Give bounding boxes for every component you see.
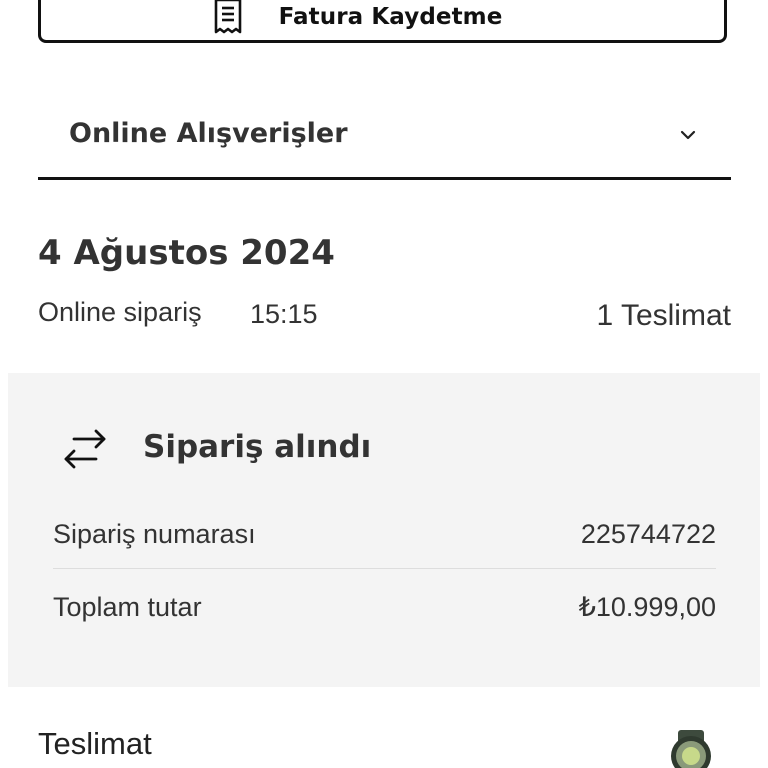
total-amount-label: Toplam tutar <box>53 591 202 622</box>
order-number-label: Sipariş numarası <box>53 519 256 549</box>
order-number-row: Sipariş numarası 225744722 <box>53 501 716 569</box>
save-invoice-label: Fatura Kaydetme <box>278 3 503 30</box>
accordion-title: Online Alışverişler <box>69 118 348 149</box>
delivery-count: 1 Teslimat <box>596 299 731 332</box>
total-amount-row: Toplam tutar ₺10.999,00 <box>53 577 716 637</box>
total-amount-value: ₺10.999,00 <box>578 591 716 622</box>
order-status-card: Sipariş alındı Sipariş numarası 22574472… <box>8 373 760 687</box>
chevron-down-icon <box>679 126 697 144</box>
order-type: Online sipariş <box>38 297 202 327</box>
online-purchases-accordion[interactable]: Online Alışverişler <box>38 100 731 180</box>
order-date: 4 Ağustos 2024 <box>38 233 335 273</box>
swap-arrows-icon <box>60 423 110 475</box>
delivery-section-title: Teslimat <box>38 726 152 761</box>
order-number-value: 225744722 <box>580 519 716 549</box>
order-time: 15:15 <box>250 299 318 329</box>
save-invoice-button[interactable]: Fatura Kaydetme <box>38 0 727 43</box>
receipt-icon <box>213 0 243 36</box>
smartwatch-thumbnail[interactable] <box>662 730 722 768</box>
order-detail-page: Fatura Kaydetme Online Alışverişler 4 Ağ… <box>0 0 768 768</box>
order-status-title: Sipariş alındı <box>143 429 372 465</box>
